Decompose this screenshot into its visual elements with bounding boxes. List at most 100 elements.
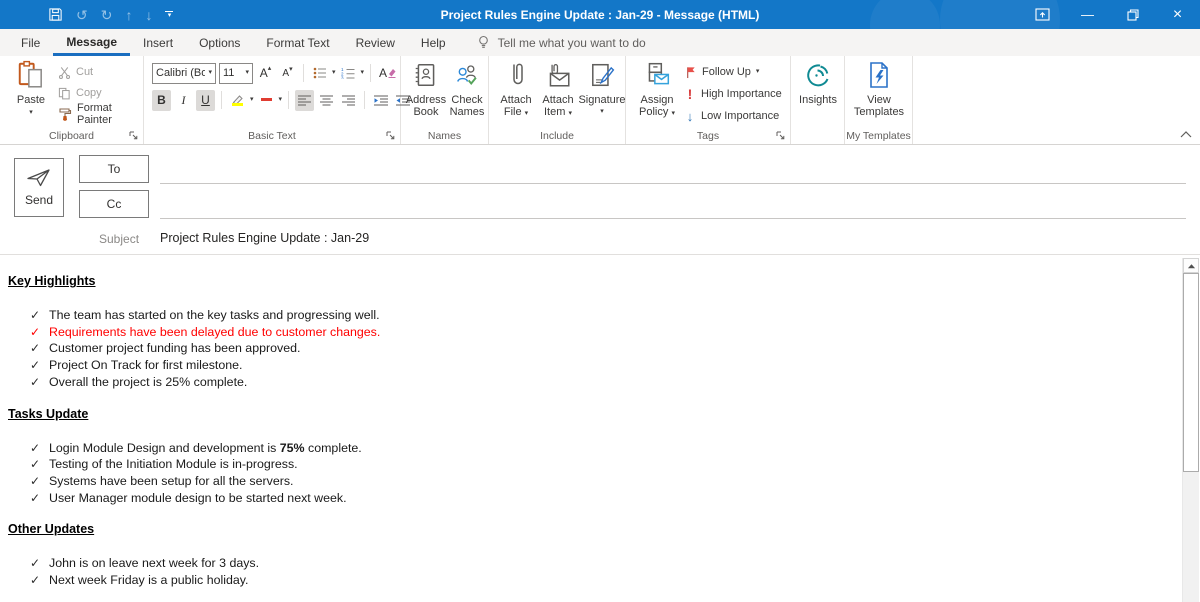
bullet-text: Project On Track for first milestone. <box>49 357 243 374</box>
follow-up-button[interactable]: Follow Up ▾ <box>684 62 782 82</box>
bullets-dropdown-icon[interactable]: ▾ <box>332 69 336 77</box>
assign-policy-dropdown-icon[interactable]: ▾ <box>671 110 675 117</box>
low-importance-button[interactable]: ↓ Low Importance <box>684 106 782 126</box>
align-left-button[interactable] <box>295 90 314 111</box>
align-center-button[interactable] <box>317 90 336 111</box>
bullets-button[interactable] <box>310 63 329 84</box>
assign-policy-icon <box>643 59 671 91</box>
up-arrow-icon[interactable]: ↑ <box>125 8 132 22</box>
address-book-button[interactable]: Address Book <box>406 59 446 118</box>
bullet-item: ✓The team has started on the key tasks a… <box>8 307 1181 324</box>
ribbon-display-options-icon[interactable] <box>1020 0 1065 29</box>
check-icon: ✓ <box>30 473 49 490</box>
title-bar: ↺ ↻ ↑ ↓ ▾ Project Rules Engine Update : … <box>0 0 1200 29</box>
restore-button[interactable] <box>1110 0 1155 29</box>
section-heading: Tasks Update <box>8 407 1181 421</box>
subject-field[interactable]: Project Rules Engine Update : Jan-29 <box>160 231 369 245</box>
tab-message[interactable]: Message <box>53 30 130 56</box>
svg-text:3: 3 <box>341 75 344 79</box>
bullet-item: ✓User Manager module design to be starte… <box>8 490 1181 507</box>
font-color-dropdown-icon[interactable]: ▾ <box>279 96 283 104</box>
scroll-up-button[interactable] <box>1183 258 1199 273</box>
bold-button[interactable]: B <box>152 90 171 111</box>
copy-icon <box>58 87 71 100</box>
redo-icon[interactable]: ↻ <box>101 8 113 22</box>
tab-options[interactable]: Options <box>186 30 253 56</box>
tab-format-text[interactable]: Format Text <box>253 30 342 56</box>
high-importance-button[interactable]: ! High Importance <box>684 84 782 104</box>
shrink-font-button[interactable]: A▾ <box>278 63 297 84</box>
bullet-text: Testing of the Initiation Module is in-p… <box>49 456 298 473</box>
bullet-text: John is on leave next week for 3 days. <box>49 555 259 572</box>
tab-file[interactable]: File <box>8 30 53 56</box>
minimize-button[interactable]: — <box>1065 0 1110 29</box>
cut-button[interactable]: Cut <box>58 62 143 82</box>
undo-icon[interactable]: ↺ <box>76 8 88 22</box>
numbering-button[interactable]: 123 <box>339 63 358 84</box>
grow-font-button[interactable]: A▴ <box>256 63 275 84</box>
copy-button[interactable]: Copy <box>58 83 143 103</box>
italic-button[interactable]: I <box>174 90 193 111</box>
signature-dropdown-icon[interactable]: ▾ <box>600 108 604 116</box>
scrollbar-thumb[interactable] <box>1183 273 1199 472</box>
send-icon <box>26 168 52 188</box>
to-field[interactable] <box>160 156 1186 184</box>
ribbon-spacer <box>913 56 1200 144</box>
clipboard-dialog-launcher-icon[interactable] <box>128 130 139 141</box>
message-body-sections: Key Highlights✓The team has started on t… <box>8 274 1181 589</box>
align-right-button[interactable] <box>339 90 358 111</box>
insights-button[interactable]: Insights <box>795 59 841 106</box>
group-label-clipboard: Clipboard <box>0 130 143 142</box>
highlight-dropdown-icon[interactable]: ▾ <box>250 96 254 104</box>
send-button[interactable]: Send <box>14 158 64 217</box>
font-size-select[interactable]: 11 ▾ <box>219 63 253 84</box>
basic-text-dialog-launcher-icon[interactable] <box>385 130 396 141</box>
tab-insert[interactable]: Insert <box>130 30 186 56</box>
collapse-ribbon-icon[interactable] <box>1180 131 1192 138</box>
assign-policy-button[interactable]: Assign Policy ▾ <box>634 59 680 118</box>
view-templates-button[interactable]: View Templates <box>853 59 905 118</box>
save-icon[interactable] <box>48 7 63 22</box>
cc-button[interactable]: Cc <box>79 190 149 218</box>
signature-button[interactable]: Signature ▾ <box>579 59 625 116</box>
tab-review[interactable]: Review <box>343 30 408 56</box>
bullet-text: User Manager module design to be started… <box>49 490 347 507</box>
body-scrollbar[interactable] <box>1182 258 1199 602</box>
paste-button[interactable]: Paste ▾ <box>8 59 54 117</box>
text-highlight-button[interactable] <box>228 90 247 111</box>
check-icon: ✓ <box>30 307 49 324</box>
clear-formatting-button[interactable]: A <box>377 63 398 84</box>
underline-button[interactable]: U <box>196 90 215 111</box>
bullet-list: ✓John is on leave next week for 3 days.✓… <box>8 555 1181 588</box>
ribbon-tabs: File Message Insert Options Format Text … <box>0 29 1200 56</box>
close-button[interactable]: × <box>1155 0 1200 29</box>
paste-dropdown-icon[interactable]: ▾ <box>29 109 33 117</box>
bullet-text: Systems have been setup for all the serv… <box>49 473 294 490</box>
to-button[interactable]: To <box>79 155 149 183</box>
chevron-down-icon: ▾ <box>245 69 249 77</box>
bullet-text: The team has started on the key tasks an… <box>49 307 380 324</box>
customize-qat-icon[interactable]: ▾ <box>165 11 173 19</box>
attach-file-icon <box>504 59 528 91</box>
check-icon: ✓ <box>30 340 49 357</box>
tags-dialog-launcher-icon[interactable] <box>775 130 786 141</box>
tab-help[interactable]: Help <box>408 30 459 56</box>
attach-file-button[interactable]: Attach File ▾ <box>496 59 536 118</box>
format-painter-button[interactable]: Format Painter <box>58 104 143 124</box>
flag-icon <box>684 65 697 79</box>
tell-me-box[interactable]: Tell me what you want to do <box>477 29 646 56</box>
cut-icon <box>58 66 71 79</box>
attach-file-dropdown-icon[interactable]: ▾ <box>525 110 529 117</box>
down-arrow-icon[interactable]: ↓ <box>145 8 152 22</box>
attach-item-dropdown-icon[interactable]: ▾ <box>568 110 572 117</box>
numbering-dropdown-icon[interactable]: ▾ <box>361 69 365 77</box>
check-icon: ✓ <box>30 324 49 341</box>
font-name-select[interactable]: Calibri (Boc ▾ <box>152 63 216 84</box>
message-body[interactable]: Key Highlights✓The team has started on t… <box>0 256 1181 602</box>
decrease-indent-button[interactable] <box>371 90 390 111</box>
cc-field[interactable] <box>160 191 1186 219</box>
check-names-button[interactable]: Check Names <box>447 59 487 118</box>
bullet-text: Next week Friday is a public holiday. <box>49 572 248 589</box>
font-color-button[interactable] <box>257 90 276 111</box>
attach-item-button[interactable]: Attach Item ▾ <box>537 59 579 118</box>
